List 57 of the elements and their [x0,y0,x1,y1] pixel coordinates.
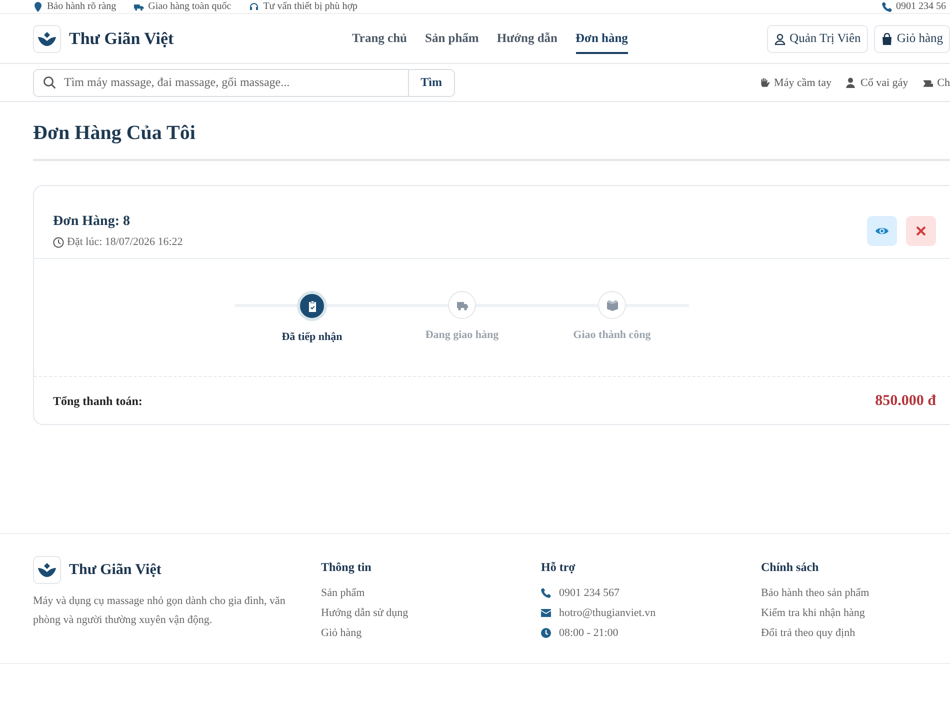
step-label: Giao thành công [573,329,651,341]
cancel-button[interactable] [906,216,936,246]
truck-icon [134,2,144,12]
nav-link[interactable]: Sản phẩm [425,23,479,54]
footer-link[interactable]: Giỏ hàng [321,627,541,639]
phone-icon [882,2,892,12]
contact-text: 08:00 - 21:00 [559,627,618,639]
clock-icon [541,628,551,638]
footer-link[interactable]: Hướng dẫn sử dụng [321,607,541,619]
admin-button[interactable]: Quản Trị Viên [766,24,868,52]
total-label: Tổng thanh toán: [53,394,142,409]
footer-heading: Chính sách [761,560,820,575]
nav-link[interactable]: Trang chủ [352,23,407,54]
phone-number: 0901 234 56 [896,1,946,12]
shopping-bag-icon [880,32,893,44]
total-amount: 850.000 đ [875,393,936,410]
footer-heading: Thông tin [321,560,372,575]
person-icon [845,77,856,88]
footer-link[interactable]: Kiểm tra khi nhận hàng [761,607,950,619]
search-button[interactable]: Tìm [408,70,454,96]
order-time: Đặt lúc: 18/07/2026 16:22 [67,236,183,248]
top-bar-text: Tư vấn thiết bị phù hợp [263,1,358,12]
search-field[interactable]: Tìm máy massage, đai massage, gối massage... Tìm [33,68,455,96]
phone-icon [541,588,551,598]
page-title: Đơn Hàng Của Tôi [33,122,950,161]
close-icon [914,224,928,238]
step-label: Đã tiếp nhận [282,331,342,343]
location-pin-icon [33,2,43,12]
footer-description: Máy và dụng cụ massage nhỏ gọn dành cho gia đình, văn phòng và người thường xuyên vận động. [33,594,286,628]
footer-link[interactable]: Sản phẩm [321,587,541,599]
top-bar-text: Giao hàng toàn quốc [148,1,232,12]
brand-name[interactable]: Thư Giãn Việt [69,28,174,48]
footer-heading: Hỗ trợ [541,560,576,575]
logo-icon [33,556,61,584]
top-bar-text: Bảo hành rõ ràng [47,1,116,12]
search-icon [43,76,56,89]
footer-link[interactable]: Bảo hành theo sản phẩm [761,587,950,599]
contact-text: hotro@thugianviet.vn [559,607,656,619]
footer-brand-name: Thư Giãn Việt [69,562,162,578]
view-button[interactable] [867,216,897,246]
category-link[interactable]: Ch [922,76,950,88]
hand-icon [759,77,770,88]
clock-icon [53,236,64,248]
nav-link[interactable]: Hướng dẫn [496,23,558,54]
order-title: Đơn Hàng: 8 [53,214,131,230]
user-icon [774,32,786,44]
headset-icon [249,2,260,12]
logo-icon [33,24,61,52]
category-link[interactable]: Máy cầm tay [759,76,832,88]
footer-link[interactable]: Đổi trả theo quy định [761,627,950,639]
cart-button[interactable]: Giỏ hàng [874,24,950,52]
contact-text: 0901 234 567 [559,587,620,599]
box-icon [606,298,618,312]
step-label: Đang giao hàng [425,329,499,341]
mail-icon [541,608,551,618]
nav-link[interactable]: Đơn hàng [576,23,628,54]
category-link[interactable]: Cổ vai gáy [845,76,908,88]
